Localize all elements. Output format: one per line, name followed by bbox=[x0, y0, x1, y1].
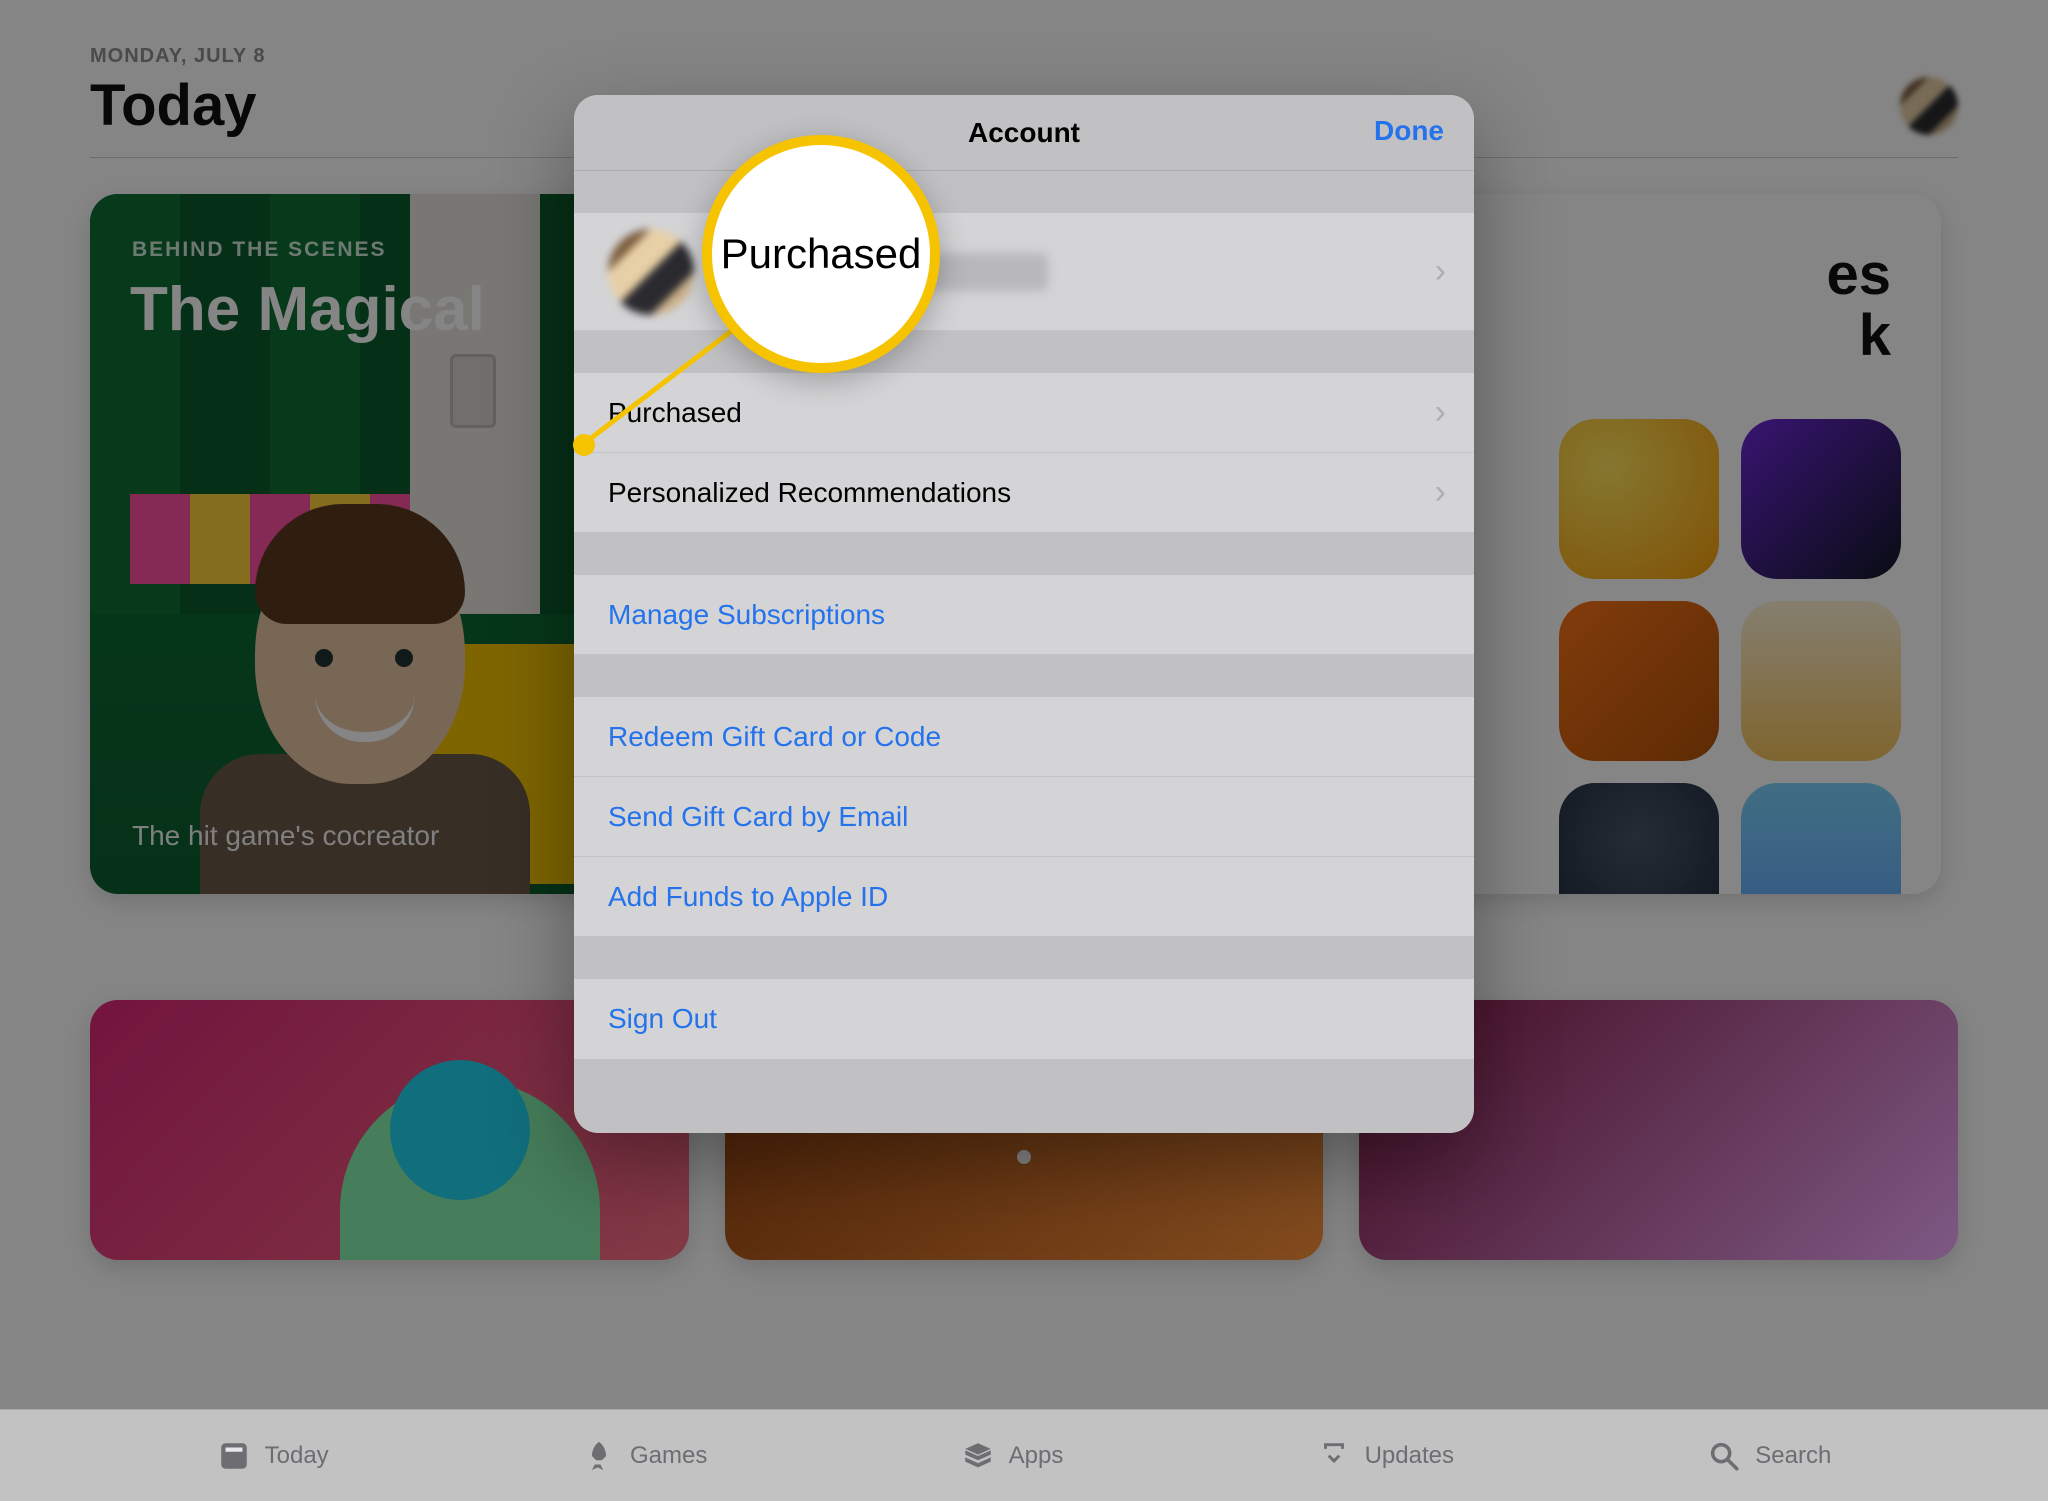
add-funds-row[interactable]: Add Funds to Apple ID bbox=[574, 857, 1474, 937]
sign-out-label: Sign Out bbox=[608, 1003, 717, 1035]
tab-today-label: Today bbox=[265, 1442, 329, 1470]
add-funds-label: Add Funds to Apple ID bbox=[608, 881, 888, 913]
section-gap bbox=[574, 331, 1474, 373]
search-icon bbox=[1707, 1439, 1741, 1473]
send-gift-card-row[interactable]: Send Gift Card by Email bbox=[574, 777, 1474, 857]
tab-search[interactable]: Search bbox=[1707, 1439, 1831, 1473]
sheet-title: Account bbox=[968, 117, 1080, 149]
purchased-row[interactable]: Purchased › bbox=[574, 373, 1474, 453]
section-gap bbox=[574, 937, 1474, 979]
purchased-label: Purchased bbox=[608, 397, 742, 429]
tab-updates[interactable]: Updates bbox=[1317, 1439, 1454, 1473]
callout-anchor-dot bbox=[573, 434, 595, 456]
layers-icon bbox=[961, 1439, 995, 1473]
redeem-gift-card-row[interactable]: Redeem Gift Card or Code bbox=[574, 697, 1474, 777]
today-icon bbox=[217, 1439, 251, 1473]
tab-games[interactable]: Games bbox=[582, 1439, 707, 1473]
tab-games-label: Games bbox=[630, 1442, 707, 1470]
tab-updates-label: Updates bbox=[1365, 1442, 1454, 1470]
rocket-icon bbox=[582, 1439, 616, 1473]
sheet-header: Account Done bbox=[574, 95, 1474, 171]
sign-out-row[interactable]: Sign Out bbox=[574, 979, 1474, 1059]
tab-today[interactable]: Today bbox=[217, 1439, 329, 1473]
personalized-recommendations-row[interactable]: Personalized Recommendations › bbox=[574, 453, 1474, 533]
tab-apps-label: Apps bbox=[1009, 1442, 1064, 1470]
manage-subscriptions-label: Manage Subscriptions bbox=[608, 599, 885, 631]
chevron-right-icon: › bbox=[1435, 393, 1446, 432]
chevron-right-icon: › bbox=[1435, 473, 1446, 512]
section-gap bbox=[574, 533, 1474, 575]
tab-search-label: Search bbox=[1755, 1442, 1831, 1470]
section-gap bbox=[574, 171, 1474, 213]
redeem-label: Redeem Gift Card or Code bbox=[608, 721, 941, 753]
section-gap bbox=[574, 655, 1474, 697]
profile-avatar bbox=[608, 229, 694, 315]
tab-apps[interactable]: Apps bbox=[961, 1439, 1064, 1473]
callout-magnifier: Purchased bbox=[702, 135, 940, 373]
send-gift-label: Send Gift Card by Email bbox=[608, 801, 908, 833]
callout-label: Purchased bbox=[721, 230, 922, 278]
download-icon bbox=[1317, 1439, 1351, 1473]
recommendations-label: Personalized Recommendations bbox=[608, 477, 1011, 509]
done-button[interactable]: Done bbox=[1374, 115, 1444, 147]
chevron-right-icon: › bbox=[1435, 252, 1446, 291]
manage-subscriptions-row[interactable]: Manage Subscriptions bbox=[574, 575, 1474, 655]
tab-bar: Today Games Apps Updates Search bbox=[0, 1409, 2048, 1501]
